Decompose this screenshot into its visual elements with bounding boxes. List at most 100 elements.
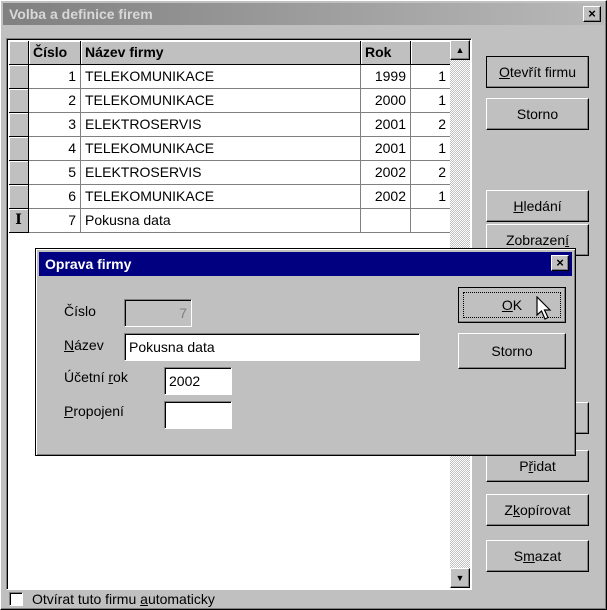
delete-button[interactable]: Sm azat [486, 540, 589, 572]
button-accesskey: O [498, 64, 510, 80]
ok-button-focus-ring [459, 288, 565, 322]
table-row[interactable]: 3 ELEKTROSERVIS 2001 2 [9, 113, 451, 137]
label-accesskey: N [64, 337, 75, 353]
copy-button[interactable]: Zk opírovat [486, 494, 589, 526]
button-accesskey: í [565, 232, 570, 248]
cell-cislo: 1 [29, 65, 81, 89]
arrow-down-icon: ▼ [455, 573, 465, 583]
table-row[interactable]: 5 ELEKTROSERVIS 2002 2 [9, 161, 451, 185]
label-text: ropojení [73, 403, 124, 419]
table-row[interactable]: 2 TELEKOMUNIKACE 2000 1 [9, 89, 451, 113]
main-window-close-button[interactable]: × [583, 6, 601, 22]
scroll-down-button[interactable]: ▼ [450, 568, 470, 588]
row-selector[interactable] [9, 89, 29, 113]
cell-nazev: TELEKOMUNIKACE [81, 89, 361, 113]
row-selector[interactable] [9, 161, 29, 185]
edit-company-dialog: Oprava firmy × Číslo 7 Název Pokusna dat… [35, 248, 576, 456]
nazev-input[interactable]: Pokusna data [124, 333, 420, 361]
button-label: ledání [523, 198, 562, 214]
cell-extra: 1 [411, 89, 451, 113]
cell-rok: 2001 [361, 137, 411, 161]
cell-rok: 2002 [361, 185, 411, 209]
button-label: opírovat [519, 502, 571, 518]
cell-extra: 1 [411, 185, 451, 209]
cell-rok: 2000 [361, 89, 411, 113]
main-window-title: Volba a definice firem [9, 6, 153, 22]
cell-extra: 2 [411, 113, 451, 137]
cell-nazev: TELEKOMUNIKACE [81, 65, 361, 89]
label-accesskey: P [64, 403, 74, 419]
propojeni-input[interactable] [164, 401, 232, 429]
open-company-button[interactable]: Otevřít firmu [486, 56, 589, 88]
cell-nazev: ELEKTROSERVIS [81, 161, 361, 185]
cell-extra: 1 [411, 137, 451, 161]
cell-rok [361, 209, 411, 233]
row-selector[interactable] [9, 65, 29, 89]
grid-header-row: Číslo Název firmy Rok [9, 41, 451, 65]
button-label: Storno [491, 343, 533, 359]
label-text: Otvírat tuto firmu [32, 591, 141, 607]
label-text: ok [113, 369, 128, 385]
cell-rok: 2001 [361, 113, 411, 137]
cell-cislo: 2 [29, 89, 81, 113]
nazev-label: Název [64, 337, 104, 353]
row-selector[interactable] [9, 113, 29, 137]
button-label: tevřít firmu [509, 64, 576, 80]
button-label: Storno [516, 106, 559, 122]
ucetni-rok-label: Účetní rok [64, 369, 128, 385]
row-selector[interactable] [9, 137, 29, 161]
cell-cislo: 3 [29, 113, 81, 137]
row-selector[interactable] [9, 185, 29, 209]
grid-header-rok[interactable]: Rok [361, 41, 411, 65]
cell-cislo: 6 [29, 185, 81, 209]
auto-open-checkbox-label[interactable]: Otvírat tuto firmu automaticky [32, 591, 215, 607]
cell-extra: 2 [411, 161, 451, 185]
button-label: Zobrazen [505, 232, 566, 248]
label-text: Účetní [64, 369, 109, 385]
button-accesskey: k [512, 502, 520, 518]
table-row[interactable]: 6 TELEKOMUNIKACE 2002 1 [9, 185, 451, 209]
grid-header-selector [9, 41, 29, 65]
cell-extra: 1 [411, 65, 451, 89]
auto-open-checkbox[interactable] [9, 592, 23, 606]
cell-nazev: Pokusna data [81, 209, 361, 233]
cislo-field: 7 [124, 299, 192, 327]
table-row[interactable]: I 7 Pokusna data [9, 209, 451, 233]
button-label: idat [533, 458, 556, 474]
button-label: Z [504, 502, 513, 518]
propojeni-label: Propojení [64, 403, 124, 419]
cell-rok: 1999 [361, 65, 411, 89]
dialog-storno-button[interactable]: Storno [458, 333, 566, 369]
label-text: utomaticky [147, 591, 215, 607]
cell-cislo: 4 [29, 137, 81, 161]
ucetni-rok-input[interactable]: 2002 [164, 367, 232, 395]
button-label: S [513, 548, 524, 564]
grid-header-cislo[interactable]: Číslo [29, 41, 81, 65]
button-label: P [519, 458, 529, 474]
dialog-title: Oprava firmy [45, 256, 132, 272]
storno-button[interactable]: Storno [486, 98, 589, 130]
cislo-label: Číslo [64, 303, 96, 319]
cell-nazev: TELEKOMUNIKACE [81, 185, 361, 209]
cell-nazev: ELEKTROSERVIS [81, 113, 361, 137]
ok-button[interactable]: OK [458, 287, 566, 323]
cell-rok: 2002 [361, 161, 411, 185]
main-window-titlebar[interactable]: Volba a definice firem [3, 3, 604, 25]
dialog-close-button[interactable]: × [551, 255, 569, 271]
table-row[interactable]: 1 TELEKOMUNIKACE 1999 1 [9, 65, 451, 89]
scroll-up-button[interactable]: ▲ [450, 40, 470, 60]
grid-header-extra[interactable] [411, 41, 451, 65]
table-row[interactable]: 4 TELEKOMUNIKACE 2001 1 [9, 137, 451, 161]
dialog-titlebar[interactable]: Oprava firmy [39, 252, 572, 276]
close-icon: × [556, 255, 564, 270]
label-text: ázev [74, 337, 104, 353]
cell-extra [411, 209, 451, 233]
row-selector-edit-cursor-icon[interactable]: I [9, 209, 29, 233]
grid-header-nazev[interactable]: Název firmy [81, 41, 361, 65]
label-accesskey: a [140, 591, 148, 607]
button-accesskey: H [513, 198, 524, 214]
button-accesskey: m [523, 548, 535, 564]
cell-cislo: 5 [29, 161, 81, 185]
find-button[interactable]: Hledání [486, 190, 589, 222]
cell-cislo: 7 [29, 209, 81, 233]
